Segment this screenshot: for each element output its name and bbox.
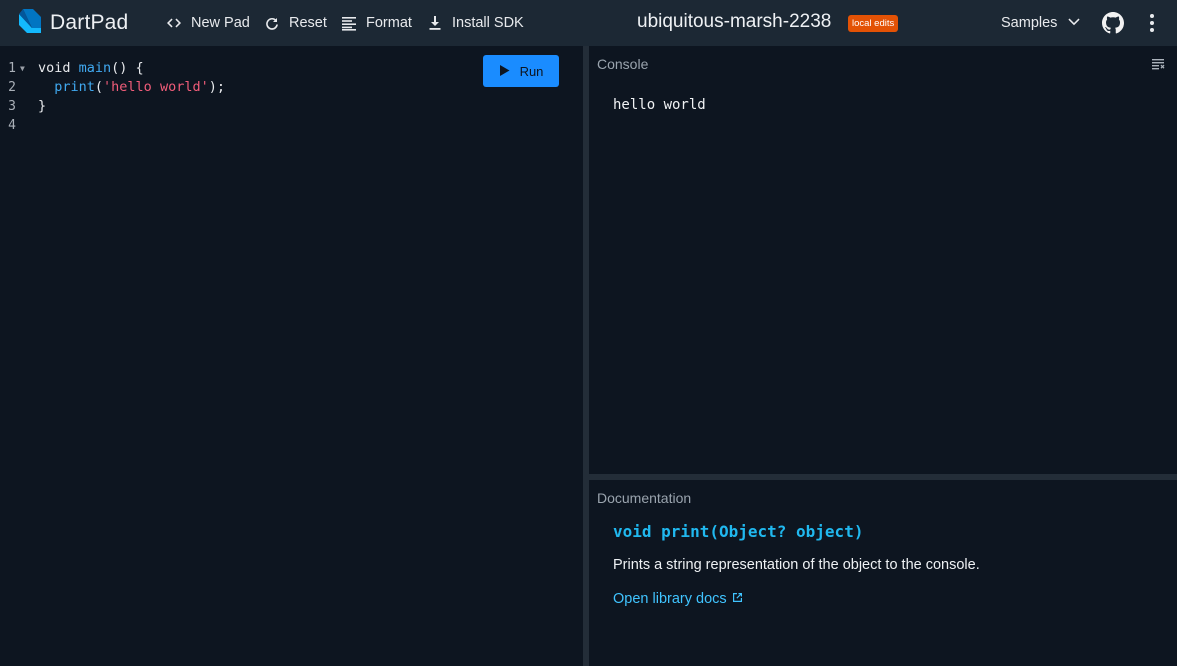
doc-signature: void print(Object? object) [613,522,864,541]
code-lines[interactable]: void main() { print('hello world'); } [38,59,225,135]
code-line[interactable]: void main() { [38,59,225,78]
fold-arrow-icon[interactable]: ▼ [20,59,30,78]
doc-description: Prints a string representation of the ob… [613,557,980,573]
github-icon[interactable] [1102,12,1124,34]
code-line[interactable] [38,116,225,135]
line-gutter: 1 ▼ 2 3 4 [0,59,34,135]
line-number: 3 [8,99,16,114]
download-icon [426,14,444,32]
reset-label: Reset [289,15,327,31]
open-library-docs-label: Open library docs [613,591,727,607]
open-library-docs-link[interactable]: Open library docs [613,591,743,607]
code-editor[interactable]: 1 ▼ 2 3 4 void main() { print('hello worl… [0,46,583,666]
clear-console-icon[interactable] [1152,57,1165,70]
new-pad-button[interactable]: New Pad [165,12,250,34]
format-button[interactable]: Format [340,12,412,34]
samples-dropdown[interactable]: Samples [1001,14,1081,32]
install-sdk-button[interactable]: Install SDK [426,12,524,34]
new-pad-label: New Pad [191,15,250,31]
run-button[interactable]: Run [483,55,559,87]
local-edits-badge: local edits [848,15,899,32]
pad-title[interactable]: ubiquitous-marsh-2238 [637,11,831,33]
external-link-icon [727,591,743,607]
app-name: DartPad [50,11,129,34]
line-number: 2 [8,80,16,95]
run-label: Run [519,63,544,79]
refresh-icon [263,14,281,32]
reset-button[interactable]: Reset [263,12,327,34]
console-output: hello world [613,97,706,113]
samples-label: Samples [1001,15,1058,31]
console-panel: Console hello world [589,46,1177,474]
line-number: 4 [8,118,16,133]
chevron-down-icon [1057,14,1081,32]
console-label: Console [597,56,649,72]
format-label: Format [366,15,412,31]
dart-logo-icon [18,8,42,39]
documentation-label: Documentation [597,490,692,506]
install-sdk-label: Install SDK [452,15,524,31]
format-lines-icon [340,14,358,32]
code-line[interactable]: print('hello world'); [38,78,225,97]
code-line[interactable]: } [38,97,225,116]
code-icon [165,14,183,32]
more-vert-icon[interactable] [1146,12,1158,34]
documentation-panel: Documentation void print(Object? object)… [589,480,1177,666]
top-app-bar: DartPad New Pad Reset Format Install SDK… [0,0,1177,46]
brand[interactable]: DartPad [18,8,129,39]
play-icon [499,64,520,79]
line-number: 1 [8,61,16,76]
